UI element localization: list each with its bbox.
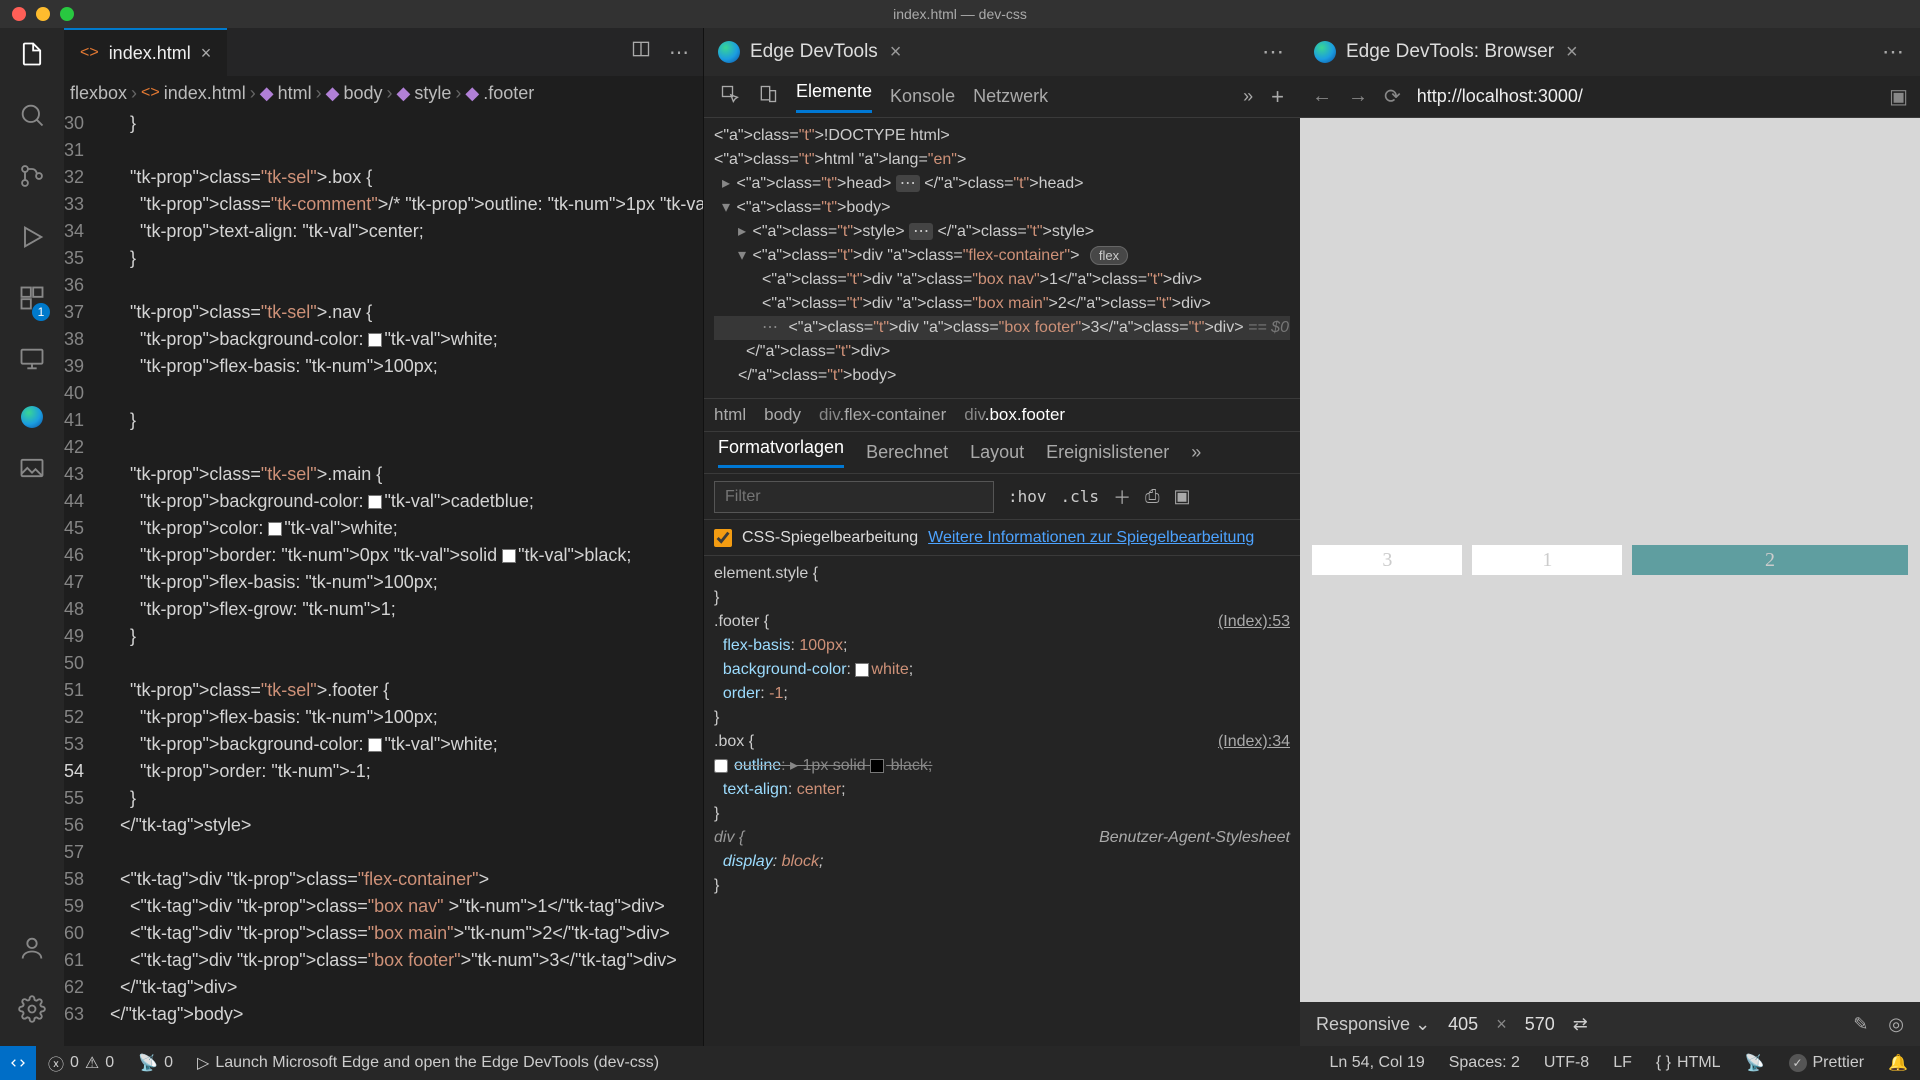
remote-explorer-icon[interactable] xyxy=(18,345,46,380)
prettier-status[interactable]: ✓ Prettier xyxy=(1777,1053,1877,1073)
url-bar[interactable]: http://localhost:3000/ xyxy=(1417,86,1873,107)
more-actions-icon[interactable]: ⋯ xyxy=(669,40,689,65)
styles-rules[interactable]: element.style { } (Index):53.footer { fl… xyxy=(704,556,1300,904)
styles-filter-input[interactable] xyxy=(714,481,994,513)
preview-box-footer: 3 xyxy=(1312,545,1462,575)
new-style-rule-icon[interactable]: ＋ xyxy=(1113,484,1131,510)
indentation[interactable]: Spaces: 2 xyxy=(1437,1053,1532,1073)
tab-filename: index.html xyxy=(109,43,191,64)
source-control-icon[interactable] xyxy=(18,162,46,197)
device-emulation-icon[interactable] xyxy=(758,84,778,109)
html-file-icon: <> xyxy=(80,44,99,62)
computed-sidebar-icon[interactable]: ▣ xyxy=(1173,486,1190,507)
styles-tabs: Formatvorlagen Berechnet Layout Ereignis… xyxy=(704,432,1300,474)
status-bar: ⓧ0 ⚠0 📡0 ▷Launch Microsoft Edge and open… xyxy=(0,1046,1920,1080)
edge-icon xyxy=(1314,41,1336,63)
height-input[interactable]: 570 xyxy=(1525,1014,1555,1035)
devtools-tab[interactable]: Edge DevTools xyxy=(718,41,878,63)
more-tabs-icon[interactable]: » xyxy=(1243,86,1253,107)
target-icon[interactable]: ◎ xyxy=(1888,1014,1904,1035)
accounts-icon[interactable] xyxy=(18,934,46,969)
styles-tab[interactable]: Formatvorlagen xyxy=(718,437,844,468)
code-editor[interactable]: 3031323334353637383940414243444546474849… xyxy=(64,110,703,1046)
html-file-icon: <> xyxy=(141,84,160,102)
devtools-panel: Edge DevTools × ⋯ Elemente Konsole Netzw… xyxy=(704,28,1300,1046)
network-tab[interactable]: Netzwerk xyxy=(973,86,1048,107)
editor-tabbar: <> index.html × ⋯ xyxy=(64,28,703,76)
layout-tab[interactable]: Layout xyxy=(970,442,1024,463)
print-media-icon[interactable]: ⎙ xyxy=(1145,486,1159,507)
search-icon[interactable] xyxy=(18,101,46,136)
extensions-badge: 1 xyxy=(32,303,50,321)
settings-gear-icon[interactable] xyxy=(18,995,46,1030)
event-listeners-tab[interactable]: Ereignislistener xyxy=(1046,442,1169,463)
devtools-toggle-icon[interactable]: ▣ xyxy=(1889,84,1908,109)
dom-breadcrumbs[interactable]: html body div.flex-container div.box.foo… xyxy=(704,398,1300,432)
edge-tools-icon[interactable] xyxy=(21,406,43,428)
extensions-icon[interactable]: 1 xyxy=(18,284,46,319)
console-tab[interactable]: Konsole xyxy=(890,86,955,107)
cls-toggle[interactable]: .cls xyxy=(1061,487,1100,506)
back-icon[interactable]: ← xyxy=(1312,85,1332,108)
preview-box-main: 2 xyxy=(1632,545,1907,575)
reload-icon[interactable]: ⟳ xyxy=(1384,84,1401,109)
add-tab-icon[interactable]: + xyxy=(1271,84,1284,110)
css-mirror-link[interactable]: Weitere Informationen zur Spiegelbearbei… xyxy=(928,528,1254,547)
run-debug-icon[interactable] xyxy=(18,223,46,258)
explorer-icon[interactable] xyxy=(18,40,46,75)
rendered-page: 3 1 2 xyxy=(1300,118,1920,1002)
ports-indicator[interactable]: 📡0 xyxy=(126,1053,185,1073)
close-tab-icon[interactable]: × xyxy=(201,43,212,64)
toggle-decl-checkbox[interactable] xyxy=(714,759,728,773)
device-mode-select[interactable]: Responsive ⌄ xyxy=(1316,1014,1430,1035)
more-icon[interactable]: ⋯ xyxy=(1262,39,1286,65)
notifications-icon[interactable]: 🔔 xyxy=(1876,1053,1920,1073)
css-mirror-label: CSS-Spiegelbearbeitung xyxy=(742,529,918,547)
remote-indicator[interactable] xyxy=(0,1046,36,1080)
computed-tab[interactable]: Berechnet xyxy=(866,442,948,463)
window-titlebar: index.html — dev-css xyxy=(0,0,1920,28)
editor-tab[interactable]: <> index.html × xyxy=(64,28,227,76)
browser-panel: Edge DevTools: Browser × ⋯ ← → ⟳ http://… xyxy=(1300,28,1920,1046)
dom-tree[interactable]: <"a">class="t">!DOCTYPE html><"a">class=… xyxy=(704,118,1300,398)
window-title: index.html — dev-css xyxy=(893,6,1027,22)
image-icon[interactable] xyxy=(18,454,46,489)
forward-icon[interactable]: → xyxy=(1348,85,1368,108)
more-tabs-icon[interactable]: » xyxy=(1191,442,1201,463)
launch-edge-button[interactable]: ▷Launch Microsoft Edge and open the Edge… xyxy=(185,1053,671,1073)
encoding[interactable]: UTF-8 xyxy=(1532,1053,1601,1073)
close-window-button[interactable] xyxy=(12,7,26,21)
inspect-element-icon[interactable] xyxy=(720,84,740,109)
breadcrumbs[interactable]: flexbox› <> index.html› ◆html› ◆body› ◆s… xyxy=(64,76,703,110)
cursor-position[interactable]: Ln 54, Col 19 xyxy=(1318,1053,1437,1073)
minimize-window-button[interactable] xyxy=(36,7,50,21)
browser-tab[interactable]: Edge DevTools: Browser xyxy=(1314,41,1554,63)
close-icon[interactable]: × xyxy=(890,41,902,64)
close-icon[interactable]: × xyxy=(1566,41,1578,64)
activity-bar: 1 xyxy=(0,28,64,1046)
devtools-toolbar: Elemente Konsole Netzwerk » + xyxy=(704,76,1300,118)
editor-panel: <> index.html × ⋯ flexbox› <> index.html… xyxy=(64,28,704,1046)
edge-icon xyxy=(718,41,740,63)
go-live-icon[interactable]: 📡 xyxy=(1733,1053,1777,1073)
preview-box-nav: 1 xyxy=(1472,545,1622,575)
maximize-window-button[interactable] xyxy=(60,7,74,21)
rotate-icon[interactable]: ⇄ xyxy=(1573,1014,1588,1035)
hov-toggle[interactable]: :hov xyxy=(1008,487,1047,506)
problems-indicator[interactable]: ⓧ0 ⚠0 xyxy=(36,1051,126,1075)
more-icon[interactable]: ⋯ xyxy=(1882,39,1906,65)
device-toolbar: Responsive ⌄ 405 × 570 ⇄ ✎ ◎ xyxy=(1300,1002,1920,1046)
elements-tab[interactable]: Elemente xyxy=(796,81,872,113)
eyedropper-icon[interactable]: ✎ xyxy=(1853,1014,1868,1035)
language-mode[interactable]: { } HTML xyxy=(1644,1053,1733,1073)
split-editor-icon[interactable] xyxy=(631,39,651,65)
eol[interactable]: LF xyxy=(1601,1053,1644,1073)
width-input[interactable]: 405 xyxy=(1448,1014,1478,1035)
css-mirror-checkbox[interactable] xyxy=(714,529,732,547)
